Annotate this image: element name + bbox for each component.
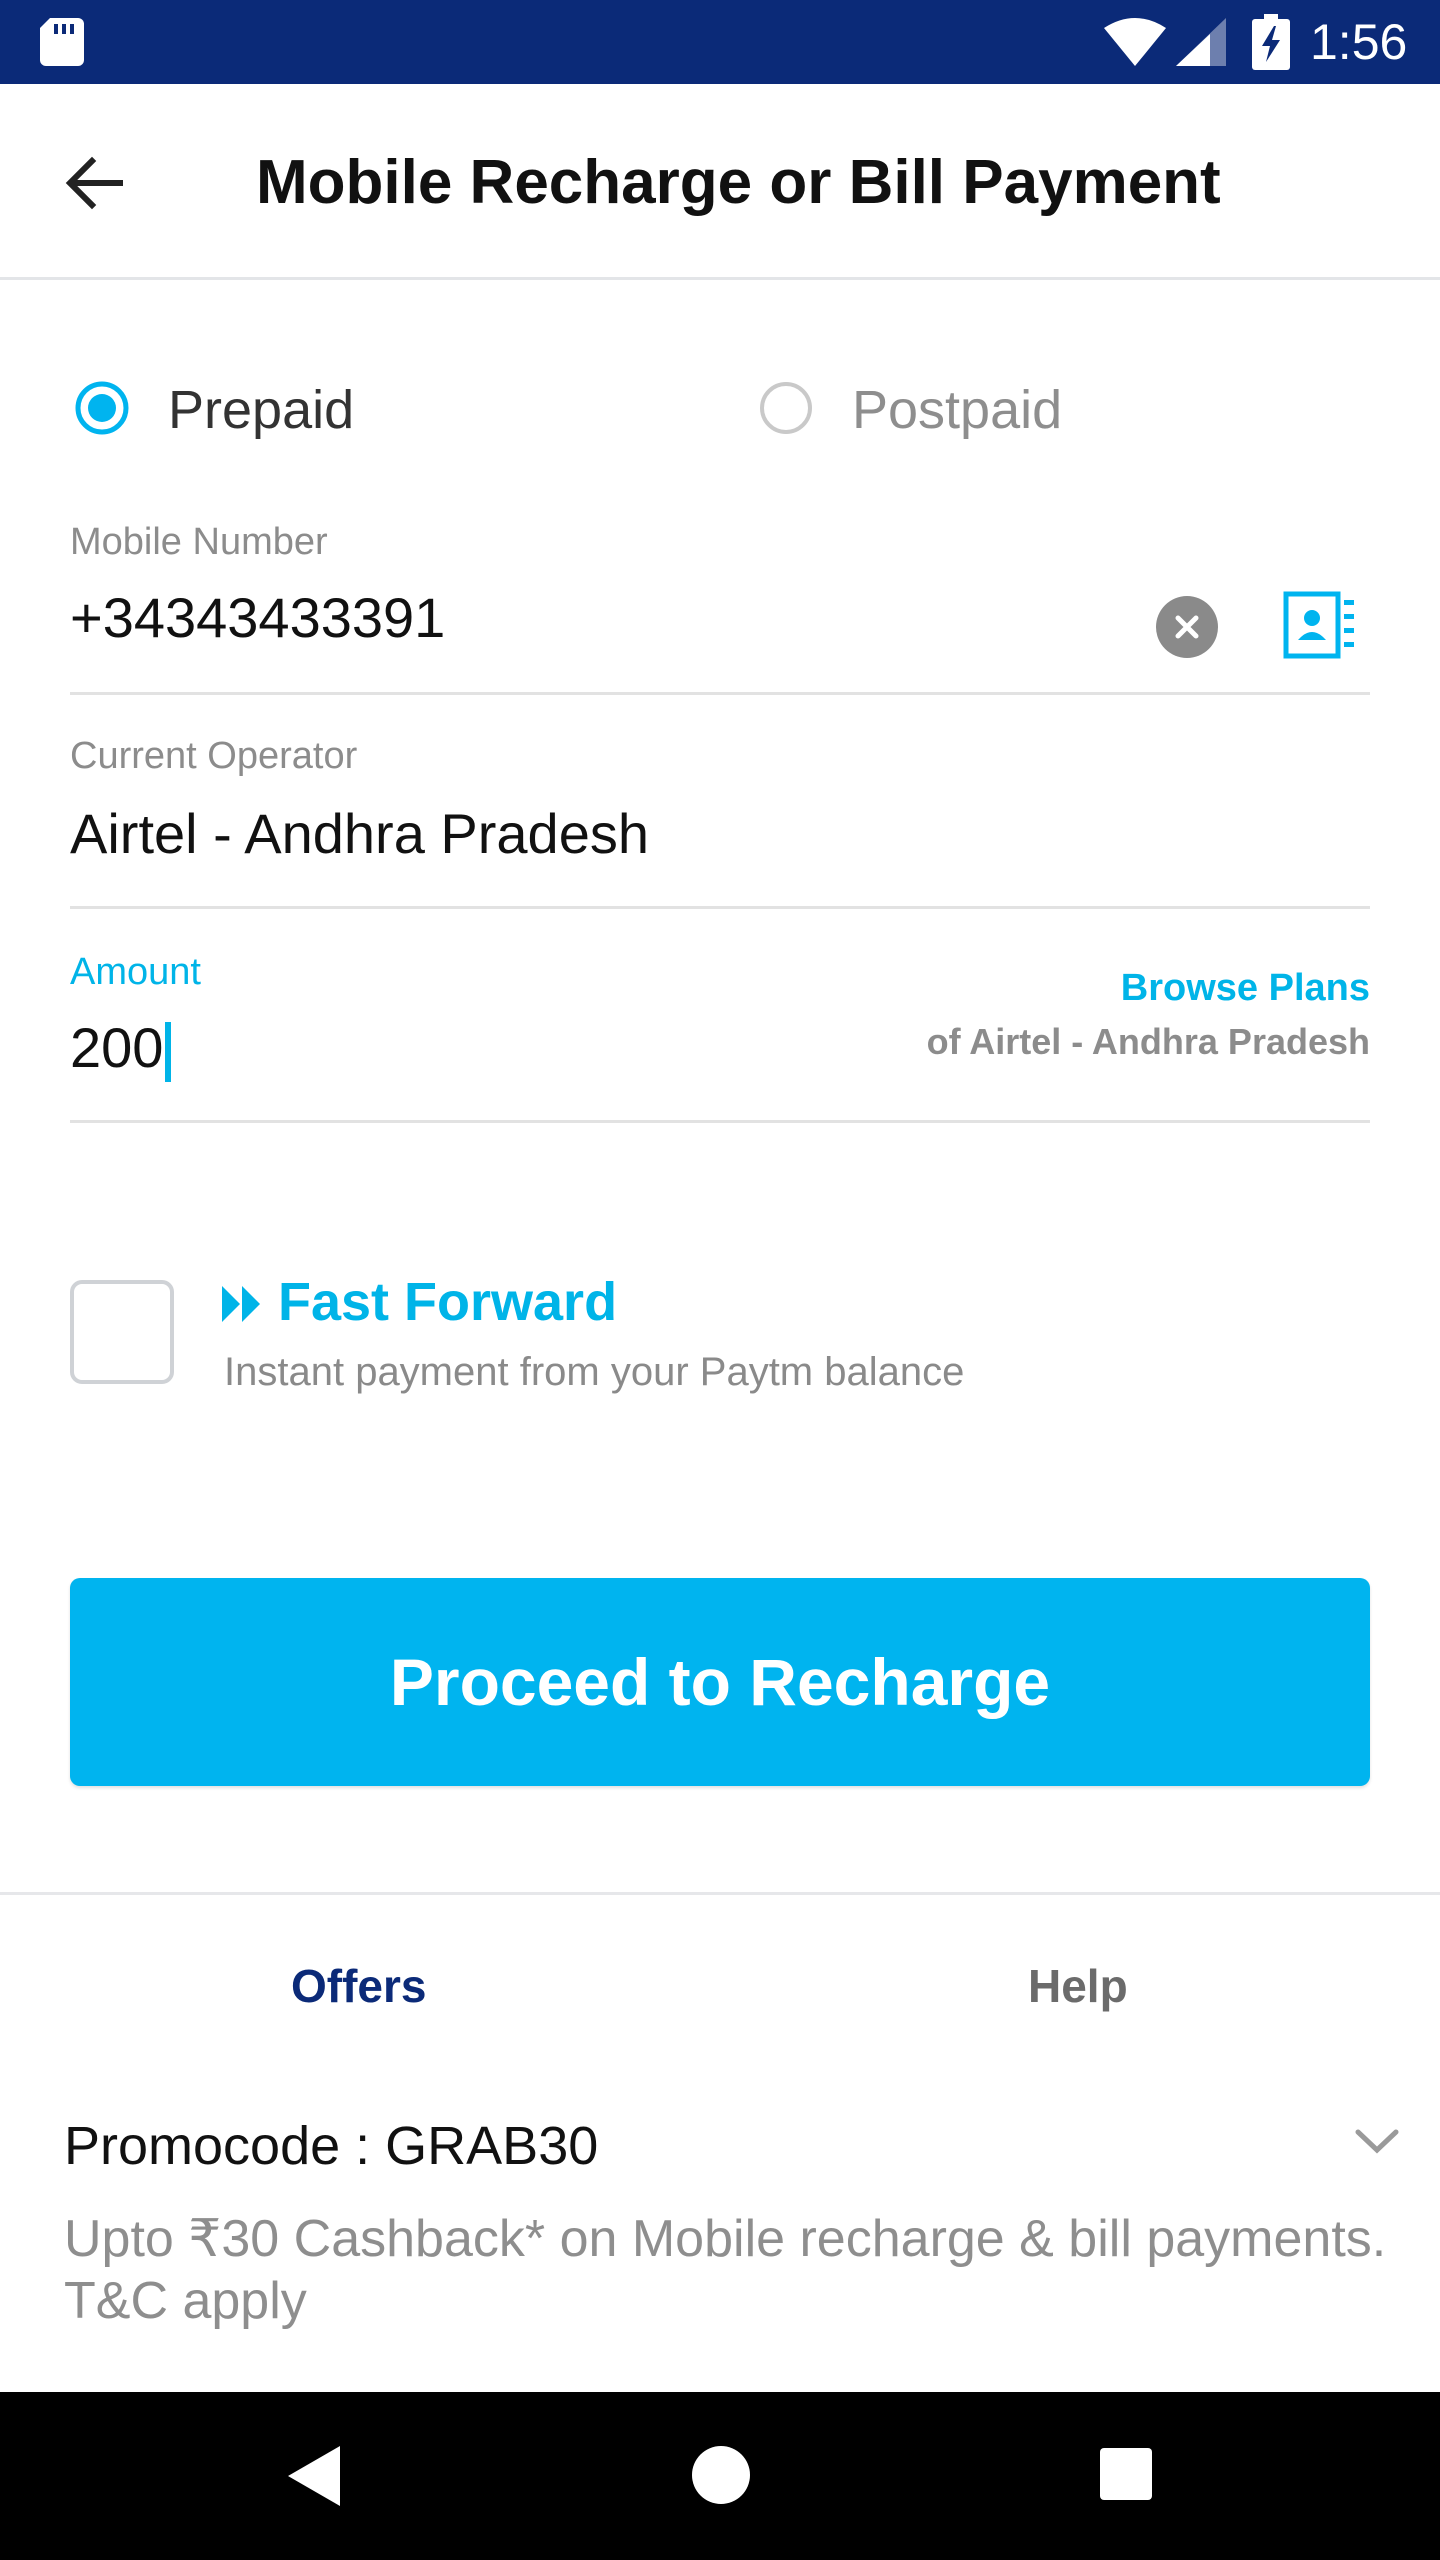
radio-postpaid-label: Postpaid (852, 380, 1063, 440)
operator-underline (70, 906, 1370, 909)
nav-back-icon[interactable] (286, 2444, 342, 2508)
system-nav-bar (0, 2392, 1440, 2560)
amount-input[interactable]: 200 (70, 1016, 163, 1079)
sd-card-icon (40, 18, 84, 66)
page-title: Mobile Recharge or Bill Payment (256, 148, 1221, 217)
amount-underline (70, 1120, 1370, 1123)
mobile-number-field[interactable]: Mobile Number +34343433391 (70, 512, 1370, 698)
promo-title[interactable]: Promocode : GRAB30 (64, 2114, 598, 2178)
radio-prepaid-label: Prepaid (168, 380, 355, 440)
contacts-icon[interactable] (1280, 586, 1360, 666)
amount-input-wrap[interactable]: 200 (70, 1016, 172, 1083)
fast-forward-description: Instant payment from your Paytm balance (224, 1350, 965, 1394)
tab-help[interactable]: Help (1028, 1958, 1128, 2014)
promo-description: Upto ₹30 Cashback* on Mobile recharge & … (64, 2210, 1387, 2330)
tabs-divider (0, 1892, 1440, 1895)
status-bar: 1:56 (0, 0, 1440, 84)
arrow-left-icon[interactable] (58, 146, 132, 220)
app-header: Mobile Recharge or Bill Payment (0, 84, 1440, 280)
mobile-number-label: Mobile Number (70, 521, 328, 563)
mobile-number-input[interactable]: +34343433391 (70, 586, 445, 650)
mobile-number-underline (70, 692, 1370, 695)
tab-offers[interactable]: Offers (291, 1958, 426, 2014)
clear-icon[interactable] (1156, 596, 1218, 658)
chevron-down-icon[interactable] (1352, 2122, 1402, 2162)
fast-forward-icon (222, 1286, 260, 1322)
wifi-icon (1104, 18, 1166, 66)
fast-forward-checkbox[interactable] (70, 1280, 174, 1384)
text-caret (165, 1022, 172, 1083)
signal-icon (1176, 18, 1226, 66)
operator-value[interactable]: Airtel - Andhra Pradesh (70, 802, 649, 866)
browse-plans-link[interactable]: Browse Plans (1121, 966, 1370, 1010)
fast-forward-title[interactable]: Fast Forward (278, 1270, 617, 1334)
radio-selected-icon (75, 381, 129, 435)
operator-field[interactable]: Current Operator Airtel - Andhra Pradesh (70, 730, 1370, 912)
amount-label: Amount (70, 951, 201, 993)
proceed-to-recharge-button[interactable]: Proceed to Recharge (70, 1578, 1370, 1786)
browse-plans-subtitle: of Airtel - Andhra Pradesh (926, 1021, 1370, 1062)
battery-charging-icon (1252, 14, 1290, 70)
nav-recents-icon[interactable] (1098, 2446, 1154, 2502)
status-time: 1:56 (1310, 14, 1408, 70)
nav-home-icon[interactable] (690, 2444, 752, 2506)
amount-field[interactable]: Amount 200 Browse Plans of Airtel - Andh… (70, 944, 1370, 1126)
operator-label: Current Operator (70, 735, 358, 777)
radio-unselected-icon (760, 382, 812, 434)
